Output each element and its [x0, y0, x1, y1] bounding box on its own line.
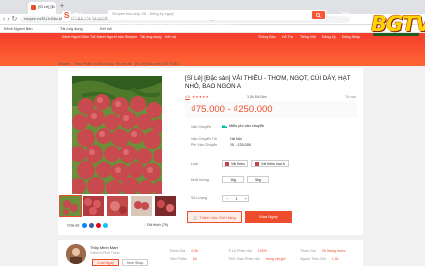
bookmark-item[interactable]: Kênh Người Bán	[4, 26, 32, 32]
price: ₫75.000 - ₫250.000	[191, 104, 273, 115]
shopee-logo[interactable]: Shopee	[73, 12, 106, 21]
shop-stat: Thời Gian Phản Hồi trong vài giờ	[228, 257, 286, 261]
search-input[interactable]: Shopee bao ship 0Đ - Đăng ký ngay!	[112, 12, 174, 16]
sold-count: 3,5k Đã Bán	[247, 95, 267, 99]
product-title: [Sỉ Lẻ] [Đặc sản] VẢI THIỀU - THƠM, NGỌT…	[185, 75, 351, 90]
avatar[interactable]	[66, 244, 86, 264]
thumbnail[interactable]	[131, 196, 152, 216]
breadcrumb-item[interactable]: Thực Phẩm Và Đồ Uống	[74, 62, 113, 66]
breadcrumb-item[interactable]: Shopee	[58, 62, 70, 66]
topnav-become-seller[interactable]: Trở thành Người bán Shopee	[90, 35, 137, 39]
twitter-icon[interactable]	[103, 223, 109, 228]
new-tab-icon[interactable]: +	[60, 3, 64, 10]
lychee-photo	[72, 76, 162, 194]
like-button[interactable]: ♡ Đã thích (79)	[143, 223, 168, 227]
shop-name: Thủy Minh Mart	[90, 245, 118, 250]
shop-stat: Sản Phẩm 64	[170, 257, 197, 261]
breadcrumb-item[interactable]: Đồ ăn vặt	[116, 62, 131, 66]
search-box[interactable]: Shopee bao ship 0Đ - Đăng ký ngay!	[108, 10, 326, 20]
heart-icon: ♡	[143, 223, 147, 227]
shipping-label: Vận Chuyển	[191, 125, 211, 129]
shop-stat: Tham Gia 26 tháng trước	[300, 249, 346, 253]
shipping-value: Miễn phí vận chuyển	[229, 124, 265, 128]
type-label: Loại	[191, 162, 198, 166]
rating-value[interactable]: 4.9	[185, 95, 190, 99]
topnav-language[interactable]: Tiếng Việt	[300, 35, 316, 39]
rating-stars-icon: ★★★★★	[192, 95, 210, 99]
breadcrumb-current: [Sỉ Lẻ] [Đặc sản] VẢI THIỀU...	[134, 62, 183, 66]
shopee-favicon-icon	[31, 5, 36, 10]
chat-button[interactable]: Chat Ngay	[92, 259, 119, 266]
thumbnail[interactable]	[107, 196, 128, 216]
topnav-seller[interactable]: Kênh Người Bán	[62, 35, 89, 39]
bookmark-item[interactable]: Tải ứng dụng	[60, 26, 83, 32]
facebook-icon[interactable]	[89, 223, 95, 228]
fee-value: ₫0 - ₫25.000	[230, 143, 251, 147]
watermark-underline	[373, 33, 419, 36]
pinterest-icon[interactable]	[96, 223, 102, 228]
search-icon	[316, 12, 321, 18]
nav-arrows-icon[interactable]: ‹ › ↻	[3, 15, 17, 24]
weight-label: Khối lượng	[191, 178, 209, 182]
liked-count: Đã thích (79)	[147, 223, 169, 227]
rating-row: 4.9 ★★★★★ 3,5k Đã Bán Tố cáo	[185, 95, 357, 99]
fee-label: Phí Vận Chuyển	[191, 143, 218, 147]
tab-title: [Sỉ Lẻ] [Đặc sản] VẢI THIỀU...	[38, 4, 55, 9]
cart-plus-icon: 🛒	[193, 215, 199, 220]
shopee-bag-icon[interactable]	[62, 11, 71, 21]
search-suggestions[interactable]: Dép Nữ Áo Khoác Túi Xách Nữ Quần Ống Rộn…	[110, 23, 326, 27]
add-to-cart-button[interactable]: 🛒 Thêm Vào Giỏ Hàng	[187, 211, 242, 223]
quantity-stepper[interactable]: − 1 +	[222, 195, 249, 202]
plus-icon[interactable]: +	[241, 196, 250, 202]
thumbnail[interactable]	[155, 196, 176, 216]
share-label: Chia sẻ:	[67, 223, 81, 228]
shop-stat: Đánh Giá 2,5k	[170, 249, 198, 253]
topnav-login[interactable]: Đăng Nhập	[342, 35, 360, 39]
price-box: ₫75.000 - ₫250.000	[185, 101, 357, 118]
messenger-icon[interactable]	[82, 223, 88, 228]
report-link[interactable]: Tố cáo	[345, 95, 356, 99]
quantity-label: Số Lượng	[191, 196, 208, 200]
minus-icon[interactable]: −	[223, 196, 232, 202]
quantity-value[interactable]: 1	[232, 196, 241, 202]
topnav-download[interactable]: Tải ứng dụng	[140, 35, 161, 39]
view-shop-button[interactable]: Xem Shop	[122, 259, 148, 266]
thumbnail[interactable]	[59, 195, 82, 217]
shop-status: Online 6 Phút Trước	[90, 251, 120, 255]
buy-now-button[interactable]: Mua Ngay	[245, 211, 292, 223]
share-row: Chia sẻ:	[67, 223, 109, 228]
product-main-image[interactable]	[72, 76, 162, 194]
truck-icon	[222, 125, 227, 128]
tv-channel-watermark: BGTV	[371, 10, 425, 40]
thumbnail[interactable]	[83, 196, 104, 216]
variant-option[interactable]: Vải thiều loại A	[251, 160, 289, 167]
screen: [Sỉ Lẻ] [Đặc sản] VẢI THIỀU... + ‹ › ↻ s…	[0, 0, 425, 266]
weight-option[interactable]: 5kg	[247, 176, 269, 183]
search-button[interactable]	[312, 11, 325, 19]
ship-to-value[interactable]: Hà Nội	[230, 137, 242, 142]
browser-tab[interactable]: [Sỉ Lẻ] [Đặc sản] VẢI THIỀU...	[28, 2, 56, 14]
cart-icon[interactable]	[340, 11, 349, 19]
shop-stat: Người Theo Dõi 1,2k	[300, 257, 339, 261]
thumbnail-strip	[59, 195, 176, 217]
topnav-register[interactable]: Đăng Ký	[322, 35, 336, 39]
variant-option[interactable]: Vải thiều	[222, 160, 248, 167]
shop-stat: Tỉ Lệ Phản Hồi 100%	[228, 249, 267, 253]
breadcrumb: Shopee›Thực Phẩm Và Đồ Uống›Đồ ăn vặt›[S…	[58, 62, 183, 66]
topnav-connect[interactable]: Kết nối	[165, 35, 176, 39]
topnav-help[interactable]: Hỗ Trợ	[282, 35, 293, 39]
ship-to-label: Vận Chuyển Tới	[191, 137, 218, 141]
topnav-notifications[interactable]: Thông Báo	[258, 35, 276, 39]
weight-option[interactable]: 1kg	[222, 176, 244, 183]
